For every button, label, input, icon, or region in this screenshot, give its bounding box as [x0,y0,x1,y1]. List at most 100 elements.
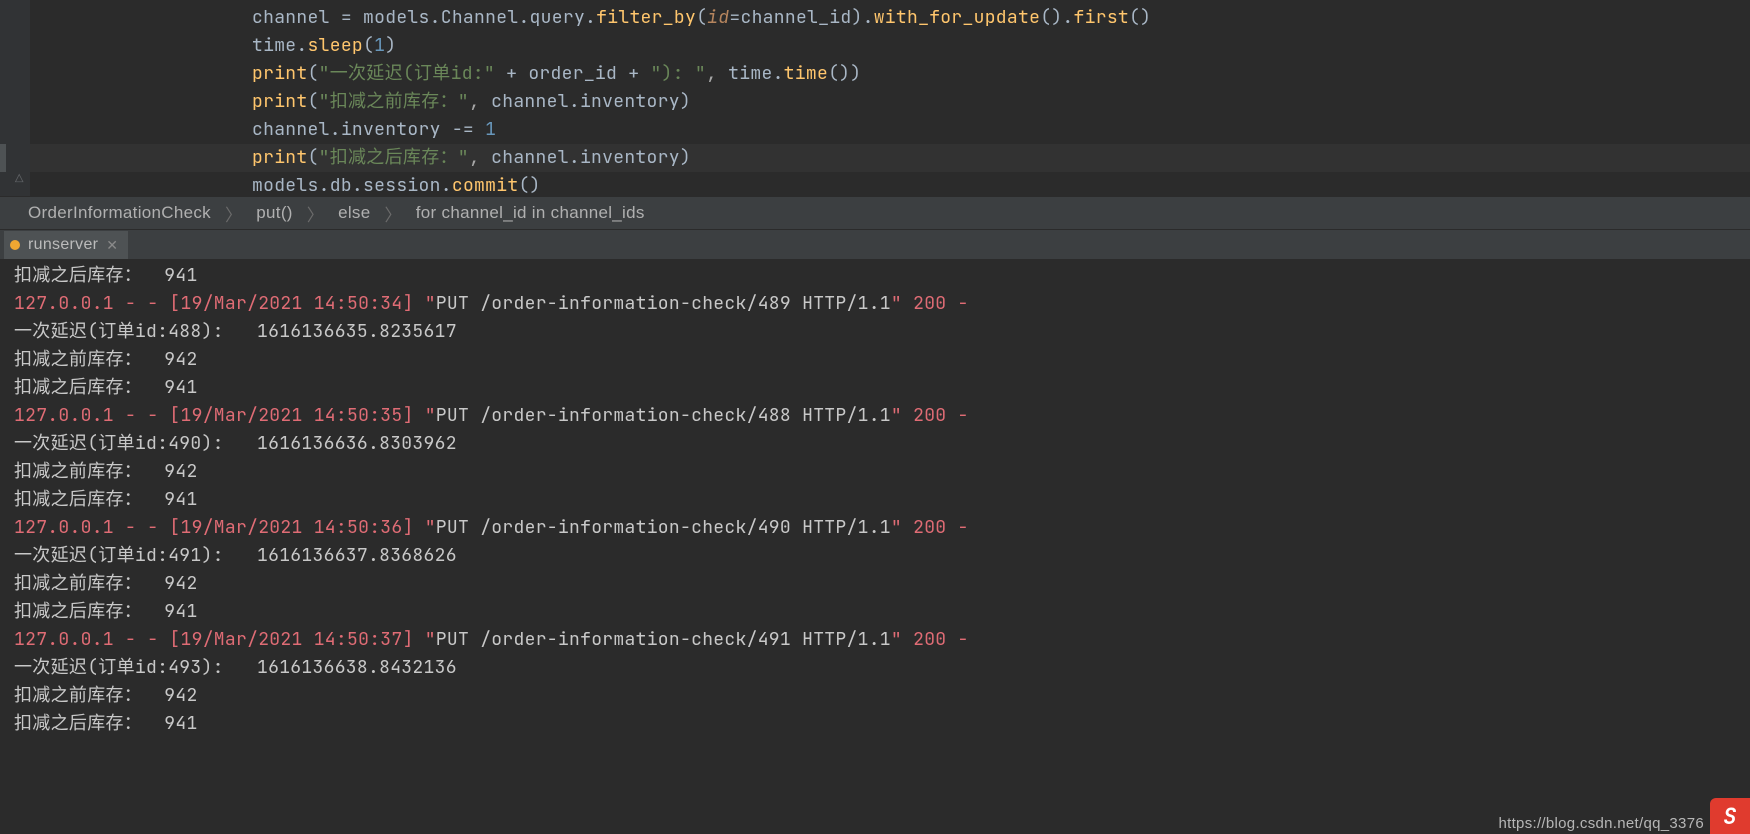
console-line: 扣减之前库存： 942 [14,346,1750,374]
code-token: "扣减之后库存：" [319,146,469,169]
code-token: session [363,174,441,196]
console-token: 127.0.0.1 - - [19/Mar/2021 14:50:34] " [14,292,436,315]
code-token: with_for_update [874,6,1041,29]
code-token: "一次延迟(订单id:" [319,62,495,85]
watermark-text: https://blog.csdn.net/qq_3376 [1498,815,1704,832]
code-token: inventory [580,146,680,169]
console-token: 127.0.0.1 - - [19/Mar/2021 14:50:37] " [14,628,436,651]
console-token: " 200 - [891,404,969,427]
console-token: PUT /order-information-check/491 HTTP/1.… [436,628,891,651]
chevron-right-icon: 〉 [384,201,401,226]
code-token: () [518,174,540,196]
code-token: print [252,90,308,113]
code-line[interactable]: print("扣减之后库存：", channel.inventory) [30,144,1750,172]
console-line: 扣减之前库存： 942 [14,458,1750,486]
code-token: 1 [374,34,385,57]
code-token: channel [252,118,330,141]
code-token: . [773,62,784,85]
console-token: 扣减之前库存： 942 [14,348,198,371]
code-token: ()) [828,62,861,85]
code-token: order_id [528,62,617,85]
code-lines[interactable]: channel = models.Channel.query.filter_by… [30,0,1750,196]
console-token: " 200 - [891,292,969,315]
console-token: 一次延迟(订单id:493): 1616136638.8432136 [14,656,457,679]
breadcrumb-item[interactable]: OrderInformationCheck [28,203,211,223]
run-console[interactable]: 扣减之后库存： 941127.0.0.1 - - [19/Mar/2021 14… [0,260,1750,834]
code-token: ) [385,34,396,57]
code-token: ( [696,6,707,29]
console-line: 一次延迟(订单id:488): 1616136635.8235617 [14,318,1750,346]
code-token: first [1074,6,1130,29]
code-token: channel [491,90,569,113]
code-token: ( [308,62,319,85]
code-line[interactable]: time.sleep(1) [30,32,1750,60]
console-token: 扣减之前库存： 942 [14,684,198,707]
code-line[interactable]: models.db.session.commit() [30,172,1750,196]
breadcrumb: OrderInformationCheck 〉 put() 〉 else 〉 for cha… [0,196,1750,230]
code-token: , [706,62,728,85]
console-token: PUT /order-information-check/488 HTTP/1.… [436,404,891,427]
code-token: print [252,62,308,85]
code-token: inventory [580,90,680,113]
watermark-badge-icon: S [1710,798,1750,834]
code-token: "): " [650,62,706,85]
chevron-right-icon: 〉 [225,201,242,226]
run-tab-label: runserver [28,236,98,254]
code-token: ) [680,146,691,169]
console-line: 一次延迟(订单id:493): 1616136638.8432136 [14,654,1750,682]
console-line: 扣减之后库存： 941 [14,262,1750,290]
breadcrumb-item[interactable]: for channel_id in channel_ids [416,203,645,223]
chevron-right-icon: 〉 [307,201,324,226]
console-token: PUT /order-information-check/489 HTTP/1.… [436,292,891,315]
console-token: 扣减之后库存： 941 [14,264,198,287]
code-token: . [569,146,580,169]
console-token: 扣减之后库存： 941 [14,600,198,623]
console-line: 扣减之前库存： 942 [14,570,1750,598]
code-token: sleep [308,34,364,57]
breadcrumb-item[interactable]: else [338,203,370,223]
close-icon[interactable]: ✕ [106,237,118,254]
breadcrumb-item[interactable]: put() [256,203,292,223]
console-token: 127.0.0.1 - - [19/Mar/2021 14:50:35] " [14,404,436,427]
code-token: + [495,62,528,85]
code-token: . [330,118,341,141]
console-token: 一次延迟(订单id:488): 1616136635.8235617 [14,320,457,343]
code-line[interactable]: channel = models.Channel.query.filter_by… [30,4,1750,32]
code-line[interactable]: channel.inventory -= 1 [30,116,1750,144]
code-token: db [330,174,352,196]
console-line: 扣减之后库存： 941 [14,710,1750,738]
code-token: models [363,6,430,29]
console-line: 127.0.0.1 - - [19/Mar/2021 14:50:36] "PU… [14,514,1750,542]
code-token: () [1129,6,1151,29]
code-token: = [341,6,363,29]
console-token: 127.0.0.1 - - [19/Mar/2021 14:50:36] " [14,516,436,539]
console-line: 一次延迟(订单id:491): 1616136637.8368626 [14,542,1750,570]
code-token: . [1062,6,1073,29]
run-tool-tabstrip: runserver ✕ [0,230,1750,260]
code-editor[interactable]: △ channel = models.Channel.query.filter_… [0,0,1750,196]
fold-toggle-icon[interactable]: △ [15,170,24,188]
code-token: . [352,174,363,196]
code-token: inventory [341,118,452,141]
code-token: ( [308,146,319,169]
code-token: time [728,62,772,85]
console-token: 一次延迟(订单id:490): 1616136636.8303962 [14,432,457,455]
code-token: + [617,62,650,85]
code-token: -= [452,118,485,141]
console-token: 扣减之前库存： 942 [14,572,198,595]
code-token: channel [252,6,341,29]
code-token: ( [363,34,374,57]
code-token: 1 [485,118,496,141]
console-line: 扣减之后库存： 941 [14,598,1750,626]
code-token: . [569,90,580,113]
console-token: PUT /order-information-check/490 HTTP/1.… [436,516,891,539]
code-line[interactable]: print("一次延迟(订单id:" + order_id + "): ", t… [30,60,1750,88]
console-line: 扣减之后库存： 941 [14,374,1750,402]
code-token: () [1040,6,1062,29]
run-tab-runserver[interactable]: runserver ✕ [4,231,128,259]
code-line[interactable]: print("扣减之前库存：", channel.inventory) [30,88,1750,116]
console-line: 127.0.0.1 - - [19/Mar/2021 14:50:35] "PU… [14,402,1750,430]
console-line: 扣减之前库存： 942 [14,682,1750,710]
console-token: 扣减之后库存： 941 [14,488,198,511]
code-token: . [319,174,330,196]
